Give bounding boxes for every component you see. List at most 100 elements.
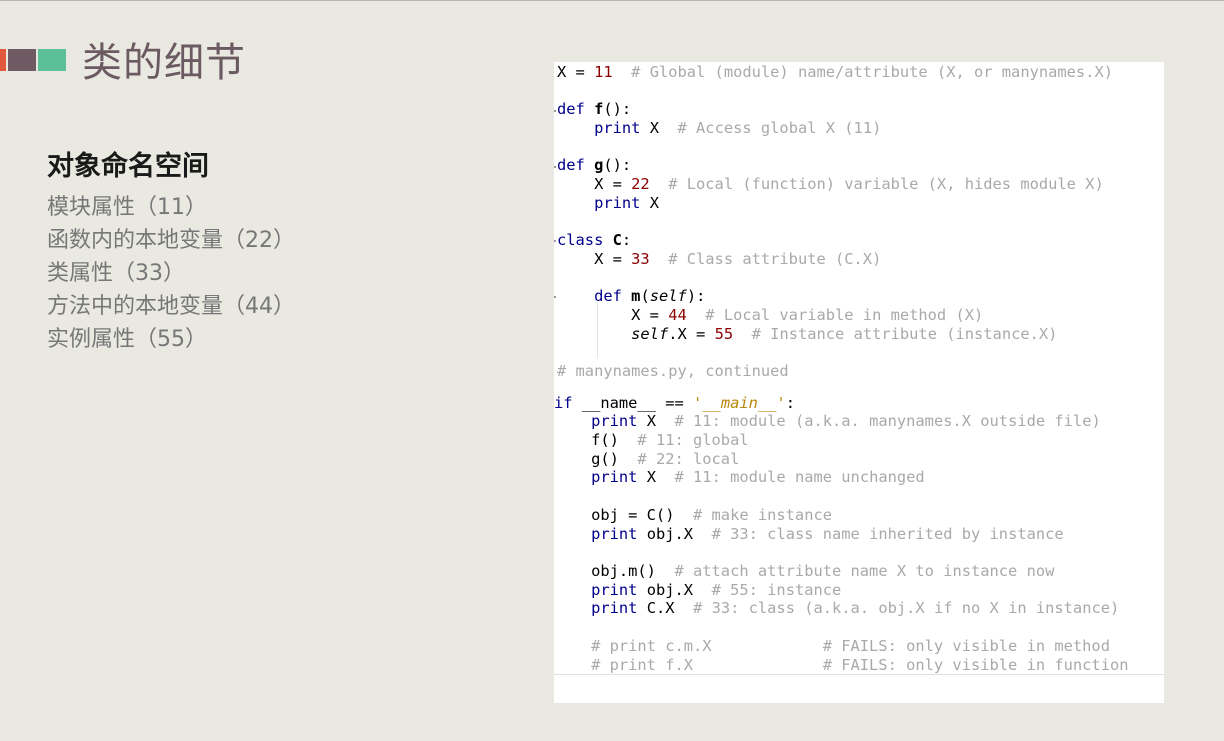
code-token: C.X — [637, 599, 694, 617]
code-line: print X — [557, 194, 659, 212]
code-line: def m(self): — [557, 287, 705, 305]
code-token: # 11: module (a.k.a. manynames.X outside… — [674, 412, 1101, 430]
code-line: X = 44 # Local variable in method (X) — [557, 306, 983, 324]
code-token: obj.m() — [554, 562, 675, 580]
code-token: # manynames.py, continued — [557, 362, 789, 380]
code-line: def g(): — [557, 156, 631, 174]
list-item: 模块属性（11） — [47, 195, 207, 220]
code-token: 11 — [594, 63, 613, 81]
code-token: # Class attribute (C.X) — [649, 250, 882, 268]
code-line: self.X = 55 # Instance attribute (instan… — [557, 325, 1057, 343]
panel-divider — [554, 674, 1164, 675]
code-line: f() # 11: global — [554, 431, 749, 449]
code-token: X — [637, 412, 675, 430]
code-token: self — [649, 287, 687, 305]
code-token: # Local variable in method (X) — [686, 306, 984, 324]
code-token: X — [640, 194, 659, 212]
code-token: print — [591, 412, 638, 430]
list-item: 方法中的本地变量（44） — [47, 294, 295, 319]
code-token: X = — [557, 175, 632, 193]
code-line: print X # Access global X (11) — [557, 119, 881, 137]
code-token: # Instance attribute (instance.X) — [733, 325, 1058, 343]
code-line: print X # 11: module name unchanged — [554, 468, 925, 486]
accent-bar-plum — [8, 49, 36, 71]
code-token: # 11: module name unchanged — [674, 468, 925, 486]
code-token: # make instance — [693, 506, 832, 524]
code-line: if __name__ == '__main__': — [554, 394, 795, 412]
code-line: def f(): — [557, 100, 631, 118]
code-token: (): — [603, 100, 632, 118]
code-token: if — [554, 394, 573, 412]
code-token: # 55: instance — [711, 581, 842, 599]
code-line: obj.m() # attach attribute name X to ins… — [554, 562, 1054, 580]
code-token: # Local (function) variable (X, hides mo… — [649, 175, 1104, 193]
code-token: # Global (module) name/attribute (X, or … — [612, 63, 1113, 81]
code-token: obj = C() — [554, 506, 693, 524]
code-token: print — [591, 525, 638, 543]
code-line: # manynames.py, continued — [557, 362, 789, 380]
code-token: # attach attribute name X to instance no… — [674, 562, 1055, 580]
fold-marker — [554, 166, 556, 168]
code-token: g — [594, 156, 604, 174]
fold-marker — [554, 296, 556, 298]
code-token: (): — [603, 156, 632, 174]
code-token: f() — [554, 431, 638, 449]
code-token: '__main__' — [693, 394, 786, 412]
code-token: __name__ == — [572, 394, 694, 412]
code-line: print obj.X # 33: class name inherited b… — [554, 525, 1064, 543]
code-line: # print f.X # FAILS: only visible in fun… — [554, 656, 1129, 674]
code-token: X — [640, 119, 678, 137]
code-token: def — [594, 287, 622, 305]
code-token: print — [591, 581, 638, 599]
code-line: g() # 22: local — [554, 450, 739, 468]
code-token: : — [785, 394, 795, 412]
code-token: 55 — [714, 325, 734, 343]
code-line: X = 33 # Class attribute (C.X) — [557, 250, 881, 268]
code-line: X = 11 # Global (module) name/attribute … — [557, 63, 1113, 81]
top-rule — [0, 0, 1224, 1]
code-token: print — [594, 194, 641, 212]
code-token: ): — [686, 287, 706, 305]
code-token: # print f.X # FAILS: only visible in fun… — [554, 656, 1129, 674]
code-token: .X = — [668, 325, 715, 343]
code-token: # 11: global — [637, 431, 749, 449]
list-item: 类属性（33） — [47, 261, 185, 286]
code-token: 33 — [631, 250, 650, 268]
code-token: # 33: class name inherited by instance — [711, 525, 1064, 543]
code-token: C — [612, 231, 622, 249]
code-line: print X # 11: module (a.k.a. manynames.X… — [554, 412, 1101, 430]
code-token: X = — [557, 306, 669, 324]
code-token: def — [557, 156, 585, 174]
code-token: print — [591, 599, 638, 617]
code-token: self — [631, 325, 669, 343]
code-line: print obj.X # 55: instance — [554, 581, 841, 599]
code-token: X = — [557, 63, 595, 81]
fold-marker — [554, 110, 556, 112]
code-line: # print c.m.X # FAILS: only visible in m… — [554, 637, 1110, 655]
code-line: X = 22 # Local (function) variable (X, h… — [557, 175, 1104, 193]
code-token: print — [591, 468, 638, 486]
code-token: # 22: local — [637, 450, 740, 468]
code-token: 44 — [668, 306, 687, 324]
code-token: print — [594, 119, 641, 137]
code-token: obj.X — [637, 525, 712, 543]
code-token: def — [557, 100, 585, 118]
slide-title: 类的细节 — [82, 40, 246, 86]
list-item: 实例属性（55） — [47, 327, 207, 352]
accent-bar-red — [0, 49, 6, 71]
code-token: X — [637, 468, 675, 486]
fold-marker — [554, 240, 556, 242]
code-token: class — [557, 231, 604, 249]
list-item: 函数内的本地变量（22） — [47, 228, 295, 253]
code-token: obj.X — [637, 581, 712, 599]
